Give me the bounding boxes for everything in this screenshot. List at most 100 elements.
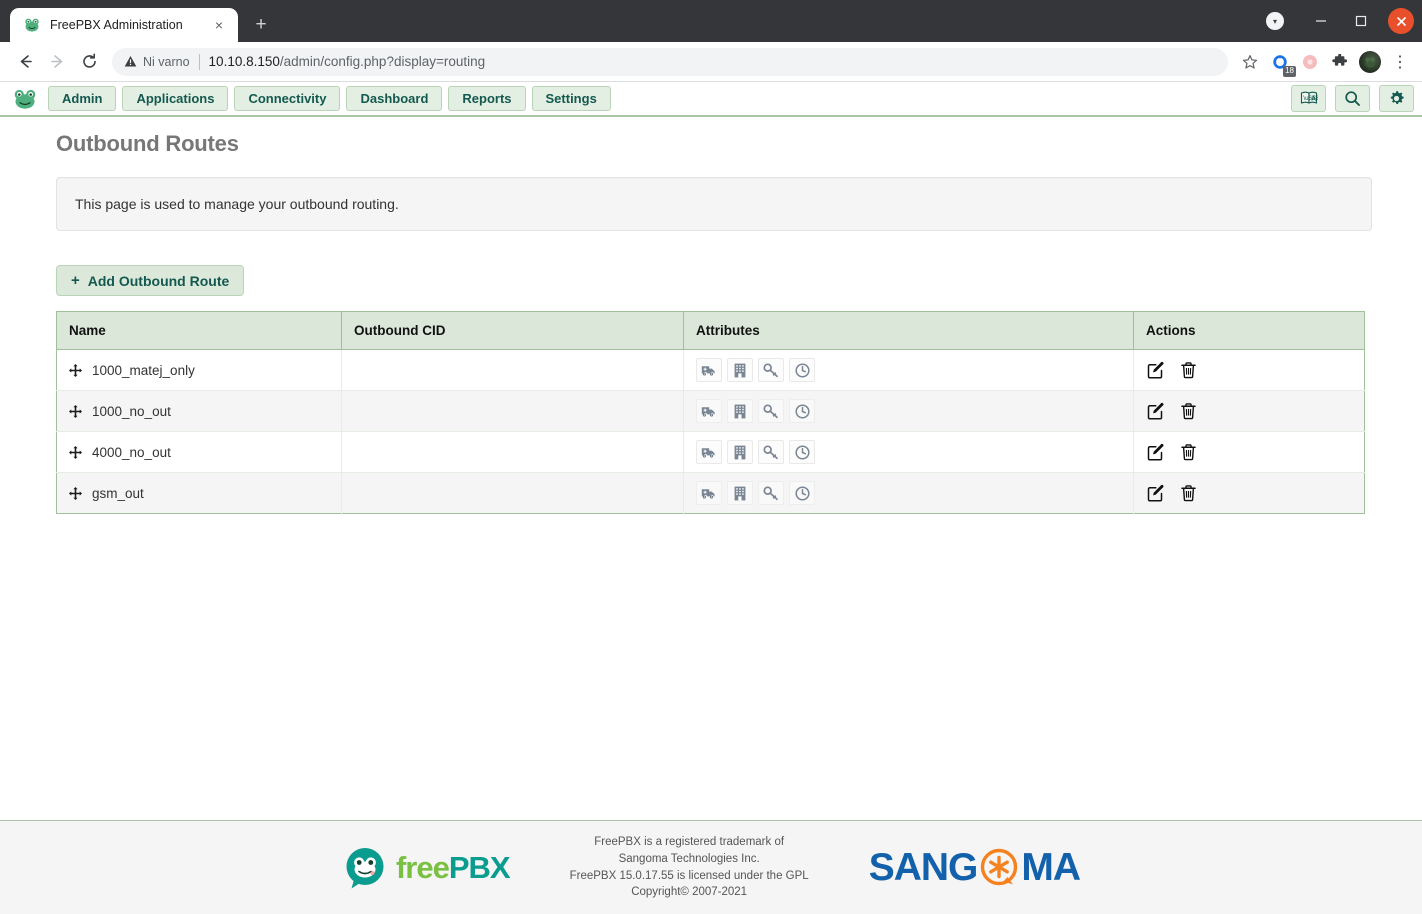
cell-name: 4000_no_out <box>57 432 342 473</box>
browser-tab[interactable]: FreePBX Administration × <box>10 8 238 42</box>
column-header-name[interactable]: Name <box>57 312 342 350</box>
building-icon[interactable] <box>727 481 753 505</box>
clock-icon[interactable] <box>789 440 815 464</box>
column-header-actions[interactable]: Actions <box>1134 312 1365 350</box>
nav-item-reports[interactable]: Reports <box>448 86 525 111</box>
ambulance-icon[interactable] <box>696 481 722 505</box>
delete-icon[interactable] <box>1179 443 1198 462</box>
clock-icon[interactable] <box>789 481 815 505</box>
search-icon[interactable] <box>1335 85 1370 112</box>
maximize-button[interactable] <box>1342 6 1380 36</box>
cell-attributes <box>684 350 1134 391</box>
nav-item-applications[interactable]: Applications <box>122 86 228 111</box>
back-button[interactable] <box>10 47 40 77</box>
sangoma-text-left: SANG <box>869 846 978 890</box>
edit-icon[interactable] <box>1146 484 1165 503</box>
translate-icon[interactable]: \u6587 A <box>1291 85 1326 112</box>
security-label: Ni varno <box>143 55 190 69</box>
tab-close-icon[interactable]: × <box>210 16 228 34</box>
extensions-puzzle-icon[interactable] <box>1326 48 1354 76</box>
browser-window: FreePBX Administration × + ▾ <box>0 0 1422 914</box>
drag-handle-icon[interactable] <box>69 405 82 418</box>
column-header-outbound-cid[interactable]: Outbound CID <box>342 312 684 350</box>
svg-text:A: A <box>1311 95 1316 102</box>
cell-outbound-cid <box>342 391 684 432</box>
drag-handle-icon[interactable] <box>69 487 82 500</box>
cell-actions <box>1134 473 1365 514</box>
key-icon[interactable] <box>758 440 784 464</box>
window-dropdown-icon[interactable]: ▾ <box>1266 12 1284 30</box>
column-header-attributes[interactable]: Attributes <box>684 312 1134 350</box>
sangoma-asterisk-bubble-icon <box>976 845 1022 891</box>
footer-line-3: FreePBX 15.0.17.55 is licensed under the… <box>570 868 809 885</box>
omnibox-divider <box>199 54 200 70</box>
url-text: 10.10.8.150/admin/config.php?display=rou… <box>209 54 486 69</box>
cell-actions <box>1134 391 1365 432</box>
outbound-routes-table: Name Outbound CID Attributes Actions <box>56 311 1365 514</box>
key-icon[interactable] <box>758 481 784 505</box>
ambulance-icon[interactable] <box>696 358 722 382</box>
cell-name: 1000_matej_only <box>57 350 342 391</box>
minimize-button[interactable] <box>1302 6 1340 36</box>
key-icon[interactable] <box>758 358 784 382</box>
freepbx-navbar: Admin Applications Connectivity Dashboar… <box>0 82 1422 117</box>
window-controls: ▾ <box>1266 0 1422 42</box>
bookmark-star-icon[interactable] <box>1236 48 1264 76</box>
route-name: gsm_out <box>92 486 144 501</box>
extension-sync-icon[interactable]: 18 <box>1266 48 1294 76</box>
drag-handle-icon[interactable] <box>69 364 82 377</box>
table-row[interactable]: 1000_matej_only <box>57 350 1365 391</box>
drag-handle-icon[interactable] <box>69 446 82 459</box>
page-container: Outbound Routes This page is used to man… <box>0 117 1422 514</box>
freepbx-logo-icon[interactable] <box>12 87 38 111</box>
page-footer: freePBX FreePBX is a registered trademar… <box>0 820 1422 914</box>
close-window-button[interactable] <box>1388 8 1414 34</box>
ambulance-icon[interactable] <box>696 440 722 464</box>
page-body: Outbound Routes This page is used to man… <box>0 117 1422 820</box>
cell-name: gsm_out <box>57 473 342 514</box>
nav-item-dashboard[interactable]: Dashboard <box>346 86 442 111</box>
building-icon[interactable] <box>727 399 753 423</box>
new-tab-button[interactable]: + <box>246 10 276 40</box>
edit-icon[interactable] <box>1146 402 1165 421</box>
nav-item-connectivity[interactable]: Connectivity <box>234 86 340 111</box>
wordmark-pbx: PBX <box>449 850 510 885</box>
security-warning[interactable]: Ni varno <box>124 55 190 69</box>
freepbx-wordmark: freePBX <box>396 850 510 886</box>
freepbx-footer-logo: freePBX <box>342 845 510 891</box>
edit-icon[interactable] <box>1146 443 1165 462</box>
clock-icon[interactable] <box>789 399 815 423</box>
footer-line-4: Copyright© 2007-2021 <box>570 884 809 901</box>
ambulance-icon[interactable] <box>696 399 722 423</box>
profile-avatar[interactable] <box>1356 48 1384 76</box>
gear-icon[interactable] <box>1379 85 1414 112</box>
cell-actions <box>1134 432 1365 473</box>
table-row[interactable]: gsm_out <box>57 473 1365 514</box>
forward-button[interactable] <box>42 47 72 77</box>
sangoma-text-right: MA <box>1021 846 1080 890</box>
nav-item-settings[interactable]: Settings <box>532 86 611 111</box>
table-row[interactable]: 4000_no_out <box>57 432 1365 473</box>
browser-menu-icon[interactable]: ⋮ <box>1386 48 1414 76</box>
address-bar[interactable]: Ni varno 10.10.8.150/admin/config.php?di… <box>112 48 1228 76</box>
clock-icon[interactable] <box>789 358 815 382</box>
reload-button[interactable] <box>74 47 104 77</box>
page-viewport: Admin Applications Connectivity Dashboar… <box>0 82 1422 914</box>
delete-icon[interactable] <box>1179 484 1198 503</box>
extension-badge-count: 18 <box>1283 66 1296 77</box>
table-body: 1000_matej_only <box>57 350 1365 514</box>
building-icon[interactable] <box>727 440 753 464</box>
key-icon[interactable] <box>758 399 784 423</box>
building-icon[interactable] <box>727 358 753 382</box>
delete-icon[interactable] <box>1179 361 1198 380</box>
delete-icon[interactable] <box>1179 402 1198 421</box>
edit-icon[interactable] <box>1146 361 1165 380</box>
table-row[interactable]: 1000_no_out <box>57 391 1365 432</box>
warning-triangle-icon <box>124 55 137 68</box>
url-path: /admin/config.php?display=routing <box>280 54 485 69</box>
add-outbound-route-button[interactable]: + Add Outbound Route <box>56 265 244 296</box>
nav-item-admin[interactable]: Admin <box>48 86 116 111</box>
sangoma-logo: SANG MA <box>869 845 1080 891</box>
recorder-dot-icon[interactable] <box>1296 48 1324 76</box>
footer-legal-text: FreePBX is a registered trademark of San… <box>570 834 809 901</box>
